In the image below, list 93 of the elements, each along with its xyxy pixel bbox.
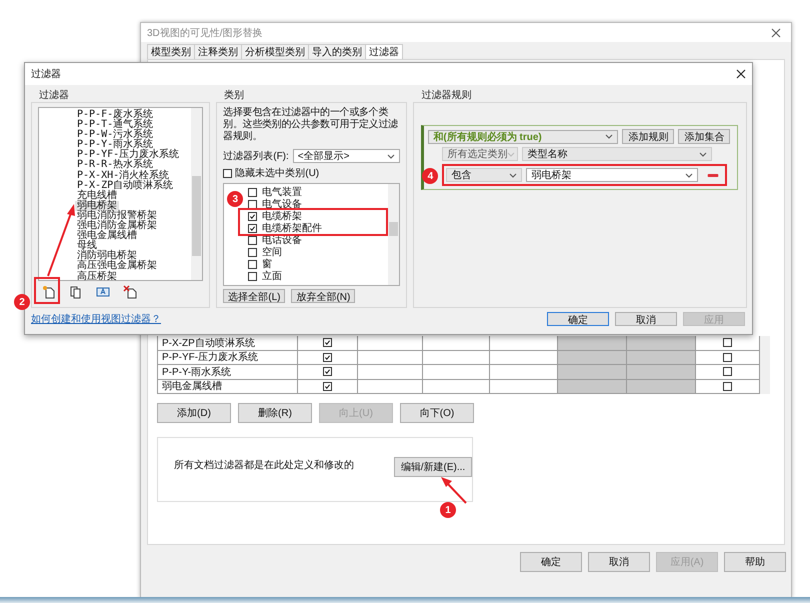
chevron-down-icon	[605, 134, 614, 139]
value-combobox[interactable]: 弱电桥架	[526, 168, 698, 182]
checkbox[interactable]	[248, 260, 258, 268]
checkbox[interactable]	[322, 352, 332, 362]
checkbox[interactable]	[248, 272, 258, 280]
chevron-down-icon	[685, 172, 694, 178]
group-title: 过滤器	[38, 90, 70, 102]
copy-icon[interactable]	[69, 285, 83, 299]
table-cell	[422, 365, 490, 380]
filter-item[interactable]: 高压强电金属桥架	[75, 261, 159, 272]
dialog-button[interactable]: 确定	[547, 312, 609, 326]
category-dropdown[interactable]: 所有选定类别	[442, 147, 518, 161]
operator-dropdown[interactable]: 包含	[446, 168, 522, 182]
table-cell: 弱电金属线槽	[158, 380, 298, 394]
rename-icon[interactable]	[96, 285, 110, 299]
category-label: 立面	[262, 270, 282, 282]
parameter-dropdown[interactable]: 类型名称	[522, 147, 712, 161]
category-button[interactable]: 放弃全部(N)	[291, 289, 356, 303]
scrollbar[interactable]	[760, 336, 770, 394]
category-button[interactable]: 选择全部(L)	[223, 289, 286, 303]
checkbox[interactable]	[322, 338, 332, 348]
add-rule-button[interactable]: 添加规则	[622, 129, 674, 144]
help-link[interactable]: 如何创建和使用视图过滤器？	[31, 312, 161, 326]
scrollbar[interactable]	[388, 184, 400, 285]
category-label: 空间	[262, 246, 282, 258]
category-label: 电气设备	[262, 198, 302, 210]
checkbox[interactable]	[322, 382, 332, 391]
tab[interactable]: 过滤器	[365, 44, 403, 59]
table-cell: P-P-YF-压力废水系统	[158, 350, 298, 365]
chevron-down-icon	[507, 152, 516, 156]
step-badge: 2	[14, 294, 30, 310]
table-button[interactable]: 添加(D)	[157, 403, 231, 423]
new-file-icon[interactable]	[42, 285, 56, 299]
checkbox[interactable]	[248, 224, 258, 232]
table-button[interactable]: 向下(O)	[400, 403, 474, 423]
filter-list-dropdown[interactable]: <全部显示>	[292, 149, 400, 163]
window-title: 3D视图的可见性/图形替换	[147, 26, 263, 40]
window-title: 过滤器	[31, 68, 61, 81]
note-text: 所有文档过滤器都是在此处定义和修改的	[174, 458, 354, 472]
table-cell: P-P-Y-雨水系统	[158, 365, 298, 380]
filter-item[interactable]: P-R-R-热水系统	[75, 160, 156, 171]
category-label: 电缆桥架	[262, 210, 302, 222]
group-title: 过滤器规则	[420, 90, 472, 102]
table-cell	[422, 350, 490, 365]
table-button[interactable]: 删除(R)	[238, 403, 312, 423]
field-label: 过滤器列表(F):	[223, 150, 289, 163]
table-cell	[422, 380, 490, 394]
close-icon[interactable]	[771, 28, 781, 38]
dialog-button[interactable]: 取消	[615, 312, 677, 326]
step-badge: 4	[422, 168, 438, 184]
table-cell	[558, 365, 628, 380]
table-cell	[558, 380, 628, 394]
scrollbar[interactable]	[191, 108, 202, 280]
category-label: 电气装置	[262, 186, 302, 198]
dialog-button[interactable]: 帮助	[724, 552, 786, 572]
checkbox[interactable]	[322, 367, 332, 376]
filter-item[interactable]: P-X-XH-消火栓系统	[75, 170, 172, 181]
tab[interactable]: 模型类别	[147, 44, 195, 59]
checkbox[interactable]	[248, 212, 258, 220]
chevron-down-icon	[699, 152, 708, 156]
checkbox[interactable]	[248, 200, 258, 208]
checkbox[interactable]	[723, 338, 732, 348]
step-badge: 3	[227, 191, 244, 207]
dialog-button[interactable]: 取消	[588, 552, 650, 572]
edit-new-button[interactable]: 编辑/新建(E)...	[394, 457, 472, 477]
checkbox[interactable]	[723, 352, 732, 362]
add-rule-button[interactable]: 添加集合	[678, 129, 730, 144]
checkbox[interactable]	[248, 248, 258, 256]
tab[interactable]: 导入的类别	[308, 44, 366, 59]
checkbox[interactable]	[223, 168, 232, 178]
group-title: 类别	[223, 90, 246, 102]
tab[interactable]: 注释类别	[194, 44, 242, 59]
category-label: 窗	[262, 258, 272, 270]
arrow	[441, 477, 467, 504]
filter-item[interactable]: 充电线槽	[75, 190, 119, 201]
filter-item[interactable]: 弱电桥架	[75, 200, 119, 211]
checkbox[interactable]	[723, 382, 732, 391]
category-label: 电缆桥架配件	[262, 222, 322, 234]
filter-item[interactable]: P-X-ZP自动喷淋系统	[75, 180, 176, 191]
description-text: 选择要包含在过滤器中的一个或多个类别。这些类别的公共参数可用于定义过滤器规则。	[223, 107, 399, 144]
chevron-down-icon	[387, 154, 396, 158]
checkbox[interactable]	[248, 188, 258, 196]
tab[interactable]: 分析模型类别	[241, 44, 309, 59]
checkbox-label: 隐藏未选中类别(U)	[235, 166, 320, 180]
highlight-frame	[34, 277, 60, 304]
filter-item[interactable]: 高压桥架	[75, 272, 119, 280]
delete-icon[interactable]	[123, 285, 137, 299]
chevron-down-icon	[509, 172, 518, 178]
checkbox[interactable]	[723, 367, 732, 376]
close-icon[interactable]	[736, 69, 746, 79]
dialog-button[interactable]: 确定	[520, 552, 582, 572]
table-cell: P-X-ZP自动喷淋系统	[158, 336, 298, 350]
table-cell	[558, 350, 628, 365]
